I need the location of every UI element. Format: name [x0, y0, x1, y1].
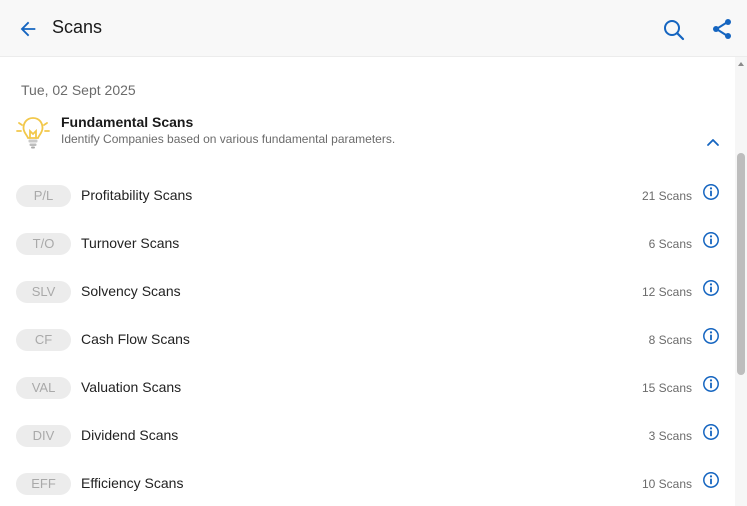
info-icon[interactable]: [702, 183, 720, 201]
scan-category-row[interactable]: EFF Efficiency Scans 10 Scans: [0, 460, 735, 506]
scan-count: 12 Scans: [641, 285, 692, 299]
info-icon[interactable]: [702, 327, 720, 345]
category-label: Profitability Scans: [81, 187, 193, 203]
category-badge: CF: [16, 329, 71, 351]
category-label: Cash Flow Scans: [81, 331, 190, 347]
info-icon[interactable]: [702, 471, 720, 489]
info-icon[interactable]: [702, 231, 720, 249]
share-button[interactable]: [708, 15, 736, 43]
category-label: Valuation Scans: [81, 379, 182, 395]
fundamental-scans-header[interactable]: Fundamental Scans Identify Companies bas…: [0, 107, 735, 157]
category-badge: EFF: [16, 473, 71, 495]
app-header: Scans: [0, 0, 747, 57]
scan-category-row[interactable]: CF Cash Flow Scans 8 Scans: [0, 316, 735, 364]
section-subtitle: Identify Companies based on various fund…: [61, 132, 396, 146]
category-label: Dividend Scans: [81, 427, 179, 443]
back-button[interactable]: [14, 15, 42, 43]
collapse-button[interactable]: [703, 135, 723, 149]
arrow-left-icon: [20, 21, 36, 37]
share-icon: [713, 19, 731, 39]
search-icon: [664, 20, 685, 41]
search-button[interactable]: [660, 16, 688, 44]
scan-category-row[interactable]: SLV Solvency Scans 12 Scans: [0, 268, 735, 316]
scan-category-row[interactable]: VAL Valuation Scans 15 Scans: [0, 364, 735, 412]
scan-category-row[interactable]: T/O Turnover Scans 6 Scans: [0, 220, 735, 268]
category-badge: T/O: [16, 233, 71, 255]
scan-count: 8 Scans: [648, 333, 692, 347]
scan-category-list: P/L Profitability Scans 21 Scans T/O Turnove…: [0, 172, 735, 506]
info-icon[interactable]: [702, 423, 720, 441]
scan-count: 6 Scans: [648, 237, 692, 251]
chevron-up-icon: [707, 139, 719, 146]
scan-count: 10 Scans: [641, 477, 692, 491]
info-icon[interactable]: [702, 375, 720, 393]
category-badge: DIV: [16, 425, 71, 447]
scan-count: 15 Scans: [641, 381, 692, 395]
scan-count: 21 Scans: [641, 189, 692, 203]
section-title: Fundamental Scans: [61, 114, 194, 130]
category-label: Efficiency Scans: [81, 475, 184, 491]
category-label: Solvency Scans: [81, 283, 181, 299]
scan-category-row[interactable]: P/L Profitability Scans 21 Scans: [0, 172, 735, 220]
scans-content: Tue, 02 Sept 2025 Fundamental Scans Iden…: [0, 57, 735, 506]
scan-category-row[interactable]: DIV Dividend Scans 3 Scans: [0, 412, 735, 460]
info-icon[interactable]: [702, 279, 720, 297]
lightbulb-icon: [16, 117, 50, 149]
scan-count: 3 Scans: [648, 429, 692, 443]
category-badge: VAL: [16, 377, 71, 399]
category-label: Turnover Scans: [81, 235, 180, 251]
date-label: Tue, 02 Sept 2025: [21, 82, 136, 98]
category-badge: SLV: [16, 281, 71, 303]
page-title: Scans: [52, 17, 103, 37]
scrollbar-thumb[interactable]: [737, 153, 745, 375]
scans-screen: Scans Tue, 02 Sept 2025 Fundamental Scan…: [0, 0, 747, 506]
scroll-up-arrow-icon[interactable]: [737, 60, 745, 68]
category-badge: P/L: [16, 185, 71, 207]
